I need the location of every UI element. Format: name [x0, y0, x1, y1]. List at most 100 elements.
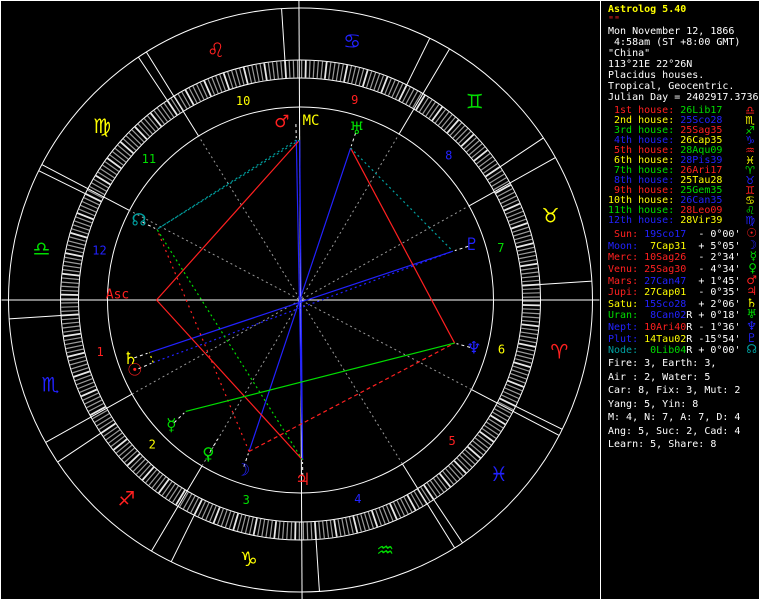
planet-label: Plut:: [608, 333, 645, 345]
house-number-5: 5: [449, 434, 456, 448]
house-number-2: 2: [149, 437, 156, 451]
planet-velocity: + 5°05': [692, 240, 741, 252]
planet-row-nept: Nept: 10Ari40R - 1°36' ♆: [608, 320, 760, 334]
planet-position: 27Can47: [644, 275, 687, 287]
aspect-asc-jupi: [156, 299, 303, 461]
planet-velocity: - 1°36': [692, 322, 741, 334]
aspect-mars-node: [156, 139, 297, 230]
sign-boundary: [38, 170, 86, 195]
planet-velocity: + 0°18': [692, 310, 741, 322]
sign-boundary: [499, 137, 544, 168]
sign-boundary: [515, 405, 563, 430]
house-number-10: 10: [236, 94, 250, 108]
aspect-sun-satu: [148, 352, 154, 363]
sign-boundary: [406, 37, 431, 86]
house-row-12: 12th house: 28Vir39 ♍: [608, 214, 760, 227]
house-number-11: 11: [142, 152, 156, 166]
virgo-sign-icon: ♍: [745, 214, 755, 227]
aspect-asc-mc: [156, 139, 301, 301]
house-number-9: 9: [351, 93, 358, 107]
merc-wheel-glyph: ☿: [166, 415, 176, 435]
leo-wheel-glyph: ♌: [207, 38, 225, 62]
sign-boundary: [539, 280, 592, 285]
capricorn-wheel-glyph: ♑: [240, 547, 258, 571]
planet-row-mars: Mars: 27Can47 + 1°45' ♂: [608, 274, 760, 288]
chart-header: Astrolog 5.40 "" Mon November 12, 1866 4…: [601, 4, 760, 103]
chart-place: "China": [608, 48, 651, 59]
planet-velocity: + 1°45': [692, 275, 741, 287]
planet-position: 0Lib04: [644, 345, 687, 357]
aries-wheel-glyph: ♈: [550, 340, 568, 364]
planet-label: Venu:: [608, 263, 645, 275]
planet-label: Uran:: [608, 310, 645, 322]
sign-boundary: [9, 315, 62, 320]
planet-label: Jupi:: [608, 287, 645, 299]
chart-wheel: ☉☽☿♀♂♃♄♅♆♇☊♈♉♊♋♌♍♎♏♐♑ ♒♓123 456789101112MC…: [1, 0, 600, 600]
planet-velocity: - 4°34': [692, 263, 741, 275]
gemini-wheel-glyph: ♊: [466, 90, 484, 114]
midheaven-label: MC: [303, 113, 320, 129]
house-number-7: 7: [497, 241, 504, 255]
planet-position: 10Sag26: [644, 252, 687, 264]
house-number-8: 8: [445, 149, 452, 163]
mars-wheel-glyph: ♂: [274, 112, 289, 132]
planet-label: Moon:: [608, 240, 645, 252]
planet-velocity: - 2°34': [692, 252, 741, 264]
scorpio-wheel-glyph: ♏: [41, 373, 59, 397]
planet-row-node: Node: 0Lib04R + 0°00' ☊: [608, 343, 760, 357]
app-title: Astrolog 5.40: [608, 4, 687, 15]
libra-wheel-glyph: ♎: [33, 236, 51, 260]
aspect-jupi-node: [156, 228, 304, 461]
planet-row-uran: Uran: 8Can02R + 0°18' ♅: [608, 308, 760, 322]
chart-wheel-pane: ☉ ☽ ☿ ♀ ♂ ♃ ♄ ♅ ♆ ♇ ☊ ♈ ♉ ♊ ♋ ♌ ♍ ♎ ♏ ♐ ♑ ♒ ♓ 1 2 3 4 5 6 7 8 9 10 11 12 MC…: [0, 0, 600, 600]
house-label: 12th house:: [608, 215, 681, 226]
sign-boundary: [281, 8, 286, 61]
planet-row-moon: Moon: 7Cap31 + 5°05' ☽: [608, 239, 760, 253]
julian-day: Julian Day = 2402917.3736: [608, 92, 759, 103]
planet-label: Merc:: [608, 252, 645, 264]
planet-label: Satu:: [608, 298, 645, 310]
venu-wheel-glyph: ♀: [202, 445, 214, 465]
chart-time: 4:58am (ST +8:00 GMT): [608, 37, 741, 48]
planet-position: 27Cap01: [644, 287, 687, 299]
node-wheel-glyph: ☊: [131, 210, 146, 230]
house-system: Placidus houses.: [608, 70, 705, 81]
chart-name: "": [608, 15, 621, 26]
planet-position: 10Ari40: [644, 322, 687, 334]
planet-row-venu: Venu: 25Sag30 - 4°34' ♀: [608, 262, 760, 276]
moon-wheel-glyph: ☽: [235, 460, 250, 480]
planet-position: 8Can02: [644, 310, 687, 322]
planet-row-plut: Plut: 14Tau02R -15°54' ♇: [608, 332, 760, 346]
house-number-3: 3: [243, 493, 250, 507]
pisces-wheel-glyph: ♓: [490, 462, 508, 486]
stat-elements-1: Fire: 3, Earth: 3,: [608, 358, 717, 369]
aquarius-wheel-glyph: ♒: [376, 538, 394, 562]
planet-velocity: - 0°00': [692, 229, 741, 240]
planet-position: 14Tau02: [644, 333, 687, 345]
chart-date: Mon November 12, 1866: [608, 26, 735, 37]
taurus-wheel-glyph: ♉: [542, 203, 560, 227]
sagittarius-wheel-glyph: ♐: [117, 486, 135, 510]
planet-label: Nept:: [608, 322, 645, 334]
planet-position: 7Cap31: [644, 240, 687, 252]
plut-wheel-glyph: ♇: [464, 235, 479, 255]
info-panel: Astrolog 5.40 "" Mon November 12, 1866 4…: [600, 0, 760, 600]
aspect-uran-nept: [350, 147, 456, 344]
stat-modes: Car: 8, Fix: 3, Mut: 2: [608, 385, 741, 396]
stat-elements-2: Air : 2, Water: 5: [608, 371, 711, 383]
planet-row-merc: Merc: 10Sag26 - 2°34' ☿: [608, 250, 760, 264]
sign-boundary: [170, 514, 195, 563]
planet-row-satu: Satu: 15Sco28 + 2°06' ♄: [608, 297, 760, 311]
virgo-wheel-glyph: ♍: [93, 114, 111, 138]
satu-wheel-glyph: ♄: [123, 349, 138, 369]
cancer-wheel-glyph: ♋: [343, 29, 361, 53]
planets-list: Sun: 19Sco17 - 0°00' ☉ Moon: 7Cap31 + 5°05…: [601, 227, 760, 357]
astrolog-window: ☉ ☽ ☿ ♀ ♂ ♃ ♄ ♅ ♆ ♇ ☊ ♈ ♉ ♊ ♋ ♌ ♍ ♎ ♏ ♐ ♑ ♒ ♓ 1 2 3 4 5 6 7 8 9 10 11 12 MC…: [0, 0, 760, 600]
sign-boundary: [57, 432, 102, 463]
chart-coordinates: 113°21E 22°26N: [608, 59, 693, 70]
planet-row-jupi: Jupi: 27Cap01 - 0°35' ♃: [608, 285, 760, 299]
house-cusp-value: 28Vir39: [680, 215, 723, 226]
stat-yang-yin: Yang: 5, Yin: 8: [608, 398, 699, 410]
jupi-wheel-glyph: ♃: [295, 470, 310, 490]
planet-row-sun: Sun: 19Sco17 - 0°00' ☉: [608, 227, 760, 241]
